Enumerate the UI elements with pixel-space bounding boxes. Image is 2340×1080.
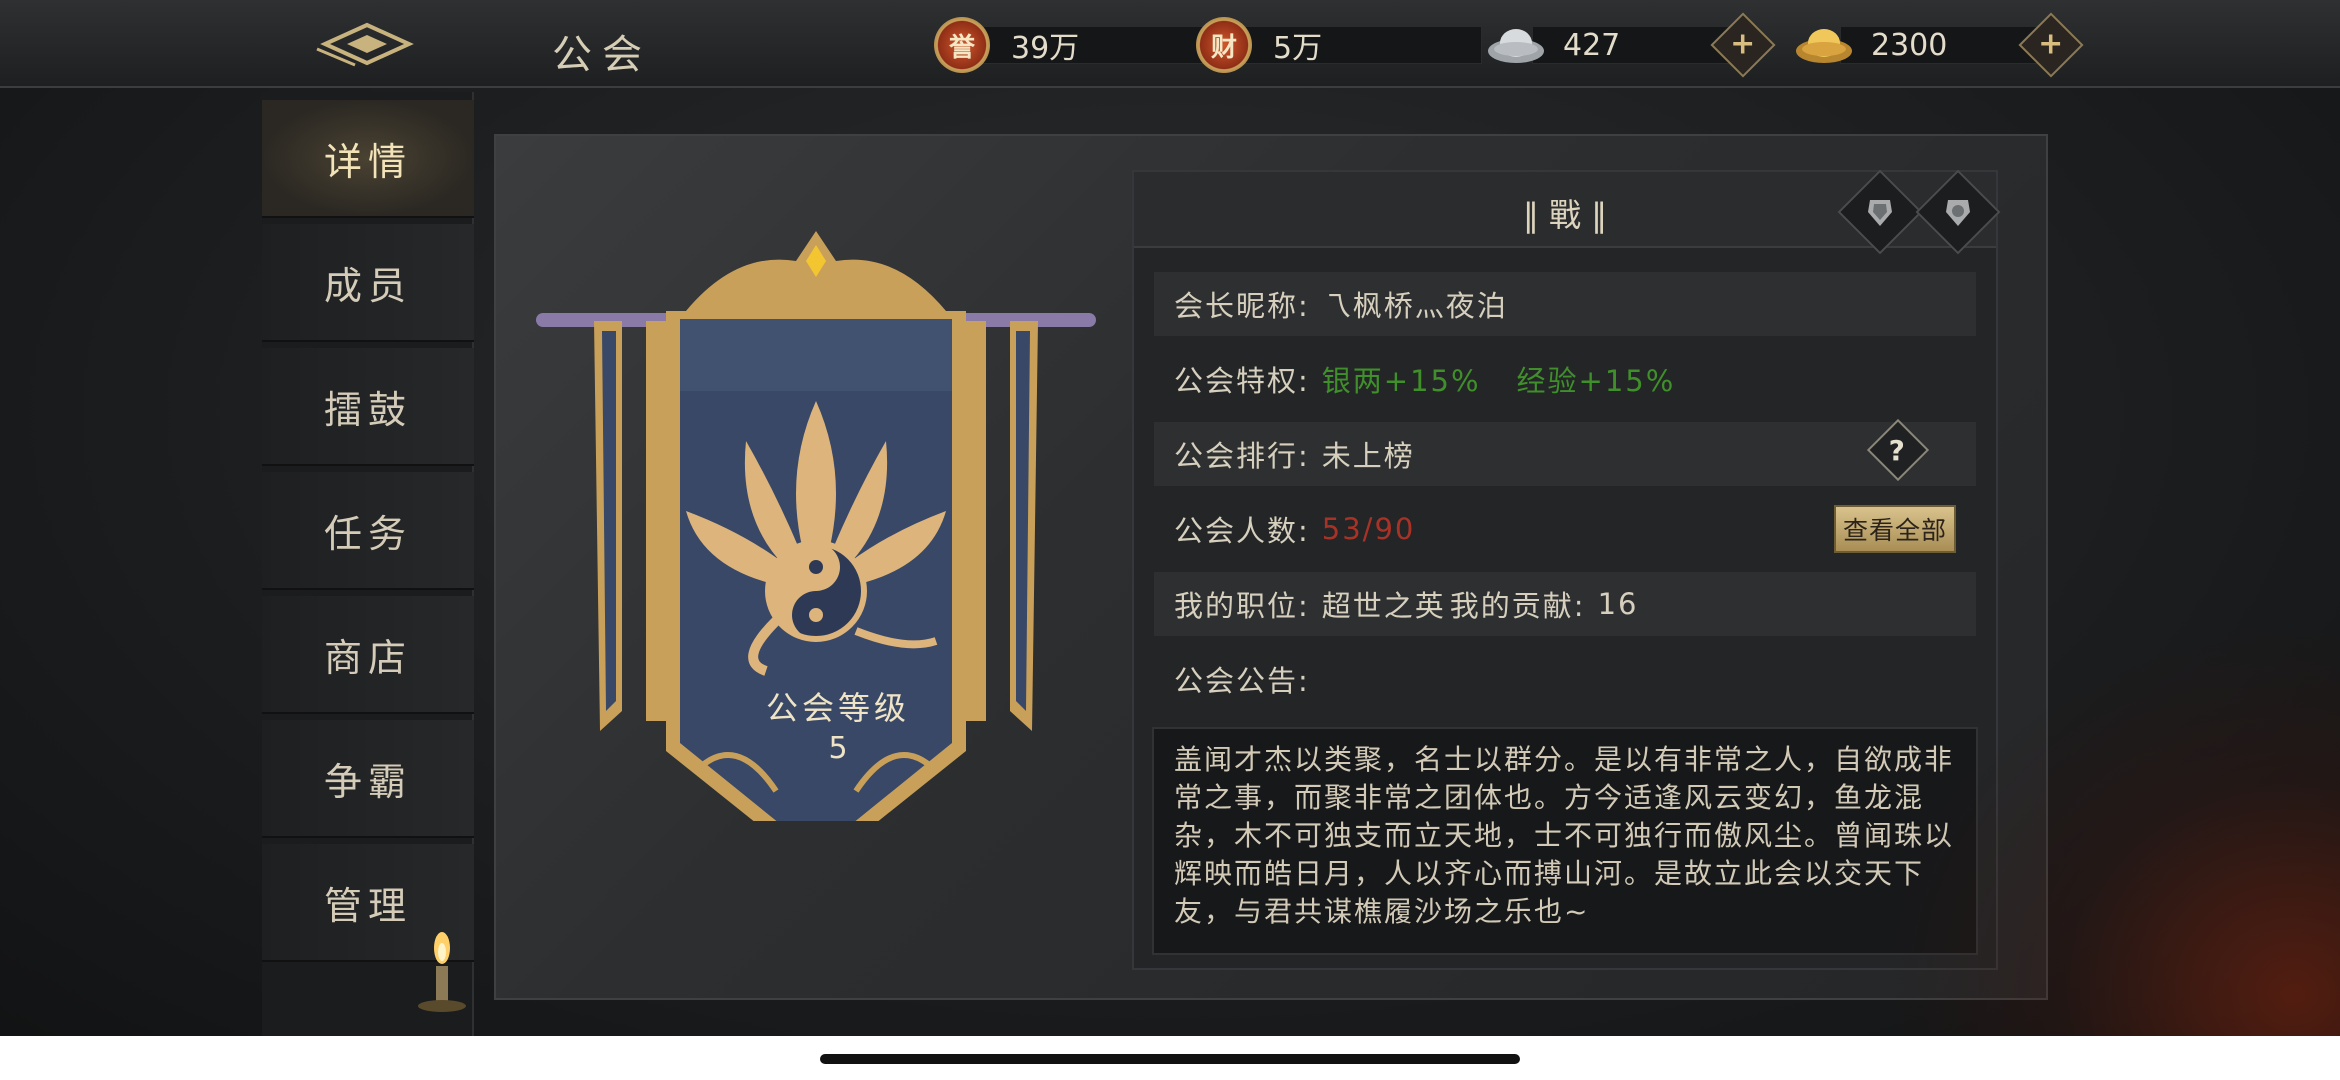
leader-value: 乁枫桥灬夜泊 (1321, 289, 1508, 323)
privilege-silver: 银两+15% (1321, 364, 1481, 398)
contribution-label: 我的贡献: (1449, 589, 1586, 623)
tab-tasks[interactable]: 任务 (262, 472, 474, 590)
plus-icon: + (1730, 26, 1756, 62)
tab-members[interactable]: 成员 (262, 224, 474, 342)
guild-name-header: ‖ 戰 ‖ (1134, 169, 2001, 255)
guild-details-panel: 公会等级 5 ‖ 戰 ‖ 会长昵称: 乁枫桥灬夜泊 公会特权: 银两+15% 经… (494, 134, 2048, 1000)
candle-icon (418, 932, 466, 1012)
home-indicator[interactable] (820, 1054, 1520, 1064)
guild-badge-button-2[interactable] (1915, 169, 2001, 255)
leader-label: 会长昵称: (1174, 289, 1310, 323)
guild-sidebar: 详情 成员 擂鼓 任务 商店 争霸 管理 (262, 92, 474, 1036)
tab-shop[interactable]: 商店 (262, 596, 474, 714)
silver-ingot-icon (1486, 17, 1544, 73)
notice-label-row: 公会公告: (1154, 647, 1976, 711)
privilege-exp: 经验+15% (1516, 364, 1676, 398)
page-title: 公会 (552, 32, 652, 78)
wealth-icon: 财 (1196, 17, 1252, 73)
tab-contest[interactable]: 争霸 (262, 720, 474, 838)
add-silver-button[interactable]: + (1710, 12, 1776, 78)
gold-value: 2300 (1840, 26, 2040, 64)
privilege-row: 公会特权: 银两+15% 经验+15% (1154, 347, 1976, 411)
silver-value: 427 (1532, 26, 1732, 64)
armor-badge-icon (1868, 200, 1892, 226)
question-icon: ? (1888, 433, 1908, 467)
back-diamond-icon (316, 22, 414, 67)
privilege-label: 公会特权: (1174, 364, 1310, 398)
guild-banner: 公会等级 5 (536, 191, 1096, 871)
honor-currency: 誉 39万 (934, 17, 1220, 73)
contribution-value: 16 (1597, 587, 1639, 621)
emblem-badge-icon (1946, 200, 1970, 226)
rank-value: 未上榜 (1321, 439, 1415, 473)
add-gold-button[interactable]: + (2018, 12, 2084, 78)
guild-info-card: ‖ 戰 ‖ 会长昵称: 乁枫桥灬夜泊 公会特权: 银两+15% 经验+15% 公… (1132, 169, 2001, 970)
wealth-currency: 财 5万 (1196, 17, 1482, 73)
gold-currency: 2300 + (1794, 12, 2084, 78)
position-row: 我的职位: 超世之英 我的贡献: 16 (1154, 572, 1976, 636)
guild-badge-button-1[interactable] (1837, 169, 1923, 255)
notice-label: 公会公告: (1174, 664, 1310, 698)
gold-ingot-icon (1794, 17, 1852, 73)
game-screen: 公会 誉 39万 财 5万 427 + 2300 + 详情 成员 擂鼓 任务 商… (0, 0, 2340, 1036)
silver-currency: 427 + (1486, 12, 1776, 78)
rank-row: 公会排行: 未上榜 ? (1154, 418, 1976, 486)
plus-icon: + (2038, 26, 2064, 62)
back-button[interactable] (312, 18, 422, 70)
guild-notice-text[interactable]: 盖闻才杰以类聚，名士以群分。是以有非常之人，自欲成非常之事，而聚非常之团体也。方… (1152, 727, 1978, 955)
guild-level-value: 5 (828, 731, 848, 766)
leader-row: 会长昵称: 乁枫桥灬夜泊 (1154, 272, 1976, 336)
honor-icon: 誉 (934, 17, 990, 73)
tab-details[interactable]: 详情 (262, 100, 474, 218)
members-value: 53/90 (1321, 512, 1416, 546)
top-bar: 公会 誉 39万 财 5万 427 + 2300 + (0, 0, 2340, 88)
wealth-value: 5万 (1242, 26, 1482, 66)
honor-value: 39万 (980, 26, 1220, 66)
position-label: 我的职位: (1174, 589, 1310, 623)
members-row: 公会人数: 53/90 查看全部 (1154, 497, 1976, 561)
guild-level-label: 公会等级 (765, 689, 910, 727)
members-label: 公会人数: (1174, 514, 1310, 548)
view-all-button[interactable]: 查看全部 (1834, 505, 1956, 553)
rank-help-button[interactable]: ? (1866, 418, 1930, 482)
tab-drum[interactable]: 擂鼓 (262, 348, 474, 466)
position-value: 超世之英 (1321, 589, 1446, 623)
rank-label: 公会排行: (1174, 439, 1310, 473)
